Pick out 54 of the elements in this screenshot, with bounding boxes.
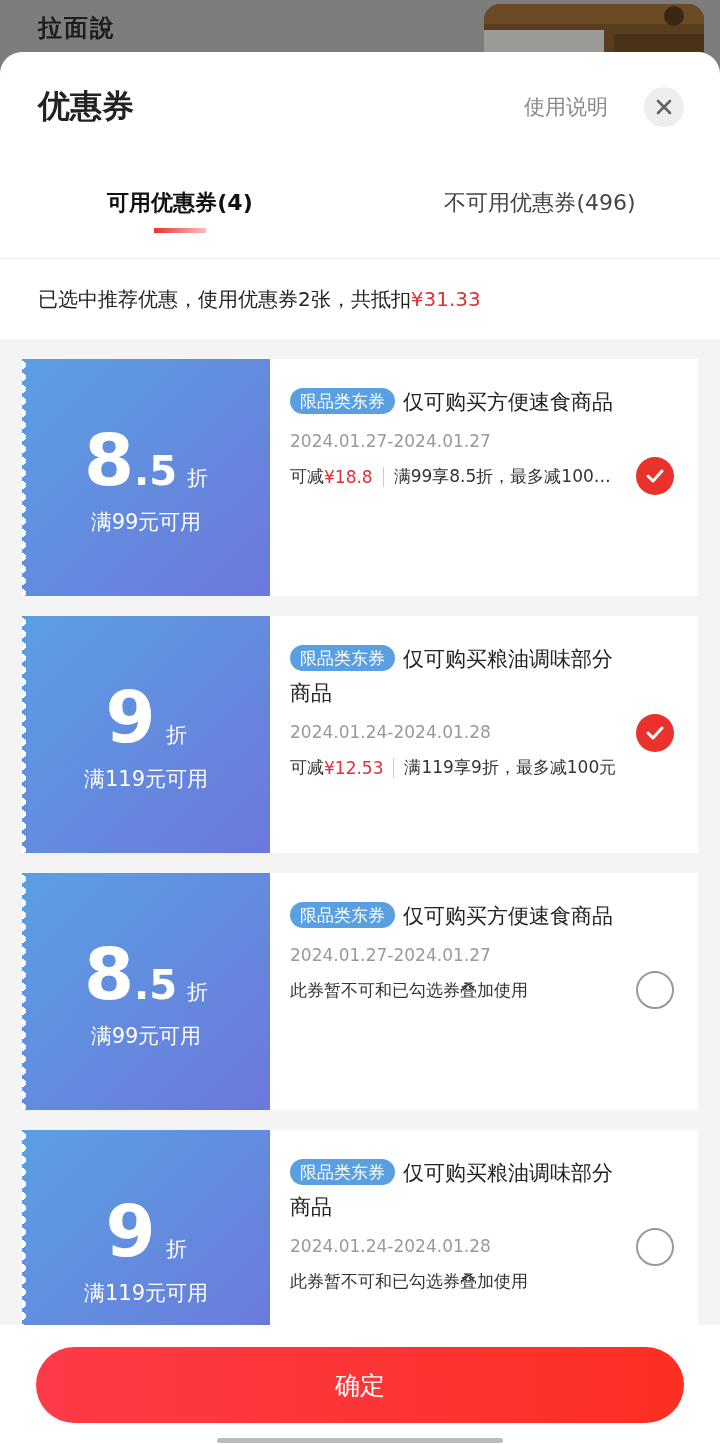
- select-checkbox[interactable]: [636, 714, 674, 752]
- coupon-card[interactable]: 9 折 满119元可用 限品类东券 仅可购买粮油调味部分商品 2024.01.24-2024.01.28 此券暂不可和已勾选券叠加使用: [22, 1130, 698, 1325]
- summary-text: 已选中推荐优惠，使用优惠券2张，共抵扣: [38, 285, 411, 313]
- coupon-card[interactable]: 8.5 折 满99元可用 限品类东券 仅可购买方便速食商品 2024.01.27-2024.01.27 可减¥18.8 满99享8.5折，最多减100…: [22, 359, 698, 596]
- discount-unit: 折: [187, 978, 209, 1006]
- coupon-condition: 满119元可用: [83, 1279, 209, 1307]
- close-icon: [655, 98, 673, 116]
- discount-unit: 折: [187, 464, 209, 492]
- discount-value: 9: [105, 1190, 156, 1271]
- coupon-dates: 2024.01.24-2024.01.28: [290, 722, 491, 742]
- help-link[interactable]: 使用说明: [524, 93, 608, 121]
- coupon-card[interactable]: 8.5 折 满99元可用 限品类东券 仅可购买方便速食商品 2024.01.27-2024.01.27 此券暂不可和已勾选券叠加使用: [22, 873, 698, 1110]
- tab[interactable]: 可用优惠券(4): [0, 162, 360, 258]
- coupon-condition: 满119元可用: [83, 765, 209, 793]
- coupon-rule: 满99享8.5折，最多减100…: [393, 465, 611, 488]
- discount-decimal: .5: [134, 447, 178, 494]
- coupon-condition: 满99元可用: [90, 508, 202, 536]
- coupon-condition: 满99元可用: [90, 1022, 202, 1050]
- coupon-dates: 2024.01.27-2024.01.27: [290, 945, 491, 965]
- brand-logo: 拉面說: [38, 14, 116, 42]
- discount-unit: 折: [165, 721, 187, 749]
- discount-value: 8: [83, 933, 135, 1014]
- sheet-title: 优惠券: [38, 86, 135, 127]
- coupon-card[interactable]: 9 折 满119元可用 限品类东券 仅可购买粮油调味部分商品 2024.01.24-2024.01.28 可减¥12.53 满119享9折，最多减100元: [22, 616, 698, 853]
- check-icon: [645, 725, 665, 741]
- coupon-title: 限品类东券 仅可购买粮油调味部分商品: [290, 1158, 614, 1221]
- coupon-note: 此券暂不可和已勾选券叠加使用: [290, 1270, 528, 1293]
- savings-amount: ¥18.8: [324, 466, 373, 487]
- coupon-tag: 限品类东券: [290, 645, 395, 671]
- select-checkbox[interactable]: [636, 971, 674, 1009]
- coupon-dates: 2024.01.27-2024.01.27: [290, 431, 491, 451]
- savings-label: 可减: [290, 465, 324, 488]
- coupon-title: 限品类东券 仅可购买方便速食商品: [290, 385, 630, 419]
- tab[interactable]: 不可用优惠券(496): [360, 162, 720, 258]
- coupon-tag: 限品类东券: [290, 1159, 395, 1185]
- coupon-dates: 2024.01.24-2024.01.28: [290, 1236, 491, 1256]
- select-checkbox[interactable]: [636, 457, 674, 495]
- coupon-tag: 限品类东券: [290, 902, 395, 928]
- close-button[interactable]: [644, 87, 684, 127]
- discount-decimal: .5: [134, 961, 178, 1008]
- coupon-note: 此券暂不可和已勾选券叠加使用: [290, 979, 528, 1002]
- discount-value: 8: [83, 419, 135, 500]
- check-icon: [645, 468, 665, 484]
- coupon-title: 限品类东券 仅可购买粮油调味部分商品: [290, 644, 614, 707]
- summary-amount: ¥31.33: [410, 287, 481, 311]
- discount-value: 9: [105, 676, 156, 757]
- coupon-tag: 限品类东券: [290, 388, 395, 414]
- select-checkbox[interactable]: [636, 1228, 674, 1266]
- coupon-rule: 满119享9折，最多减100元: [404, 756, 617, 779]
- savings-amount: ¥12.53: [324, 757, 384, 778]
- discount-unit: 折: [165, 1235, 187, 1263]
- confirm-button[interactable]: 确定: [36, 1347, 684, 1423]
- coupon-title: 限品类东券 仅可购买方便速食商品: [290, 899, 630, 933]
- savings-label: 可减: [290, 756, 324, 779]
